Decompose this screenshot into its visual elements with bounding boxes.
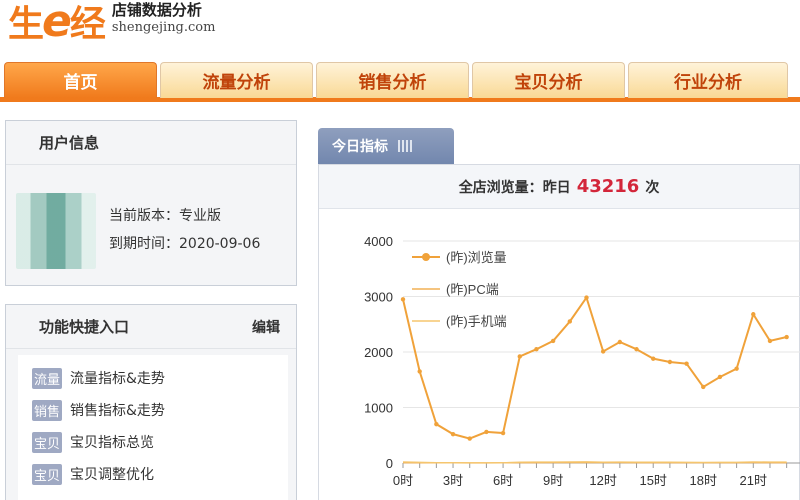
data-point	[484, 429, 489, 435]
shortcut-item-sales-trend[interactable]: 销售 销售指标&走势	[32, 399, 165, 421]
logo-char-1: 生	[8, 3, 44, 45]
edit-shortcuts-link[interactable]: 编辑	[252, 317, 280, 337]
data-point	[734, 366, 739, 371]
data-point	[534, 347, 539, 352]
data-point	[684, 361, 689, 366]
data-point	[500, 430, 506, 436]
page-view-summary: 全店浏览量： 昨日 43216 次	[319, 165, 799, 209]
data-point	[400, 297, 406, 302]
data-point	[567, 319, 573, 324]
version-text: 当前版本：专业版	[109, 208, 221, 224]
x-tick-label: 12时	[589, 473, 616, 488]
tab-today-metrics-label: 今日指标	[332, 139, 388, 155]
x-tick-label: 6时	[493, 473, 513, 488]
shortcut-tag: 销售	[32, 399, 63, 421]
data-point	[667, 359, 673, 365]
y-tick-label: 2000	[364, 345, 393, 360]
expiry-text: 到期时间：2020-09-06	[109, 236, 261, 252]
shortcut-tag: 流量	[32, 367, 63, 389]
x-tick-label: 18时	[690, 473, 717, 488]
shortcut-panel-title: 功能快捷入口	[39, 318, 130, 336]
data-point	[517, 354, 522, 359]
x-tick-label: 0时	[393, 473, 413, 488]
shortcut-item-item-overview[interactable]: 宝贝 宝贝指标总览	[32, 431, 154, 453]
user-info-title: 用户信息	[6, 121, 296, 165]
logo-title: 店铺数据分析	[111, 1, 202, 19]
legend-label-0: (昨)浏览量	[446, 250, 507, 265]
tab-today-metrics[interactable]: 今日指标	[318, 128, 454, 164]
tab-traffic-analysis[interactable]: 流量分析	[160, 62, 313, 98]
user-info-title-text: 用户信息	[39, 134, 100, 152]
data-point	[767, 338, 773, 344]
tab-item-analysis[interactable]: 宝贝分析	[472, 62, 625, 98]
shortcut-panel: 功能快捷入口 编辑 流量 流量指标&走势 销售 销售指标&走势 宝贝 宝贝指标总…	[5, 304, 297, 500]
data-point	[434, 421, 439, 427]
data-point	[634, 347, 639, 352]
x-tick-label: 21时	[740, 473, 767, 488]
data-point	[600, 349, 606, 354]
summary-unit: 次	[645, 179, 660, 196]
data-point	[550, 338, 556, 344]
app-logo[interactable]: 生e经 店铺数据分析 shengejing.com	[8, 0, 215, 48]
traffic-line-chart: 0 1000 2000 3000 4000 0时 3时 6时 9时 12时 15时 18时 21时 (昨)…	[364, 234, 800, 488]
y-tick-label: 0	[386, 456, 393, 471]
summary-day: 昨日	[542, 179, 571, 196]
data-point	[467, 436, 472, 441]
data-point	[784, 334, 789, 340]
legend-label-2: (昨)手机端	[446, 314, 507, 329]
avatar	[16, 193, 96, 269]
data-point	[417, 369, 422, 374]
shortcut-tag: 宝贝	[32, 431, 63, 453]
summary-value: 43216	[576, 176, 640, 197]
data-point	[617, 339, 623, 345]
shortcut-label: 宝贝调整优化	[70, 467, 155, 483]
y-tick-label: 4000	[364, 234, 393, 249]
data-point	[651, 356, 656, 361]
shortcut-item-item-optimize[interactable]: 宝贝 宝贝调整优化	[32, 463, 154, 485]
tab-home[interactable]: 首页	[4, 62, 157, 98]
y-tick-label: 1000	[364, 401, 393, 416]
legend-marker	[422, 253, 430, 261]
shortcut-tag: 宝贝	[32, 463, 63, 485]
main-nav: 首页 流量分析 销售分析 宝贝分析 行业分析	[0, 60, 800, 102]
y-tick-label: 3000	[364, 290, 393, 305]
legend-label-1: (昨)PC端	[446, 282, 499, 297]
logo-domain: shengejing.com	[111, 20, 216, 35]
shortcut-label: 销售指标&走势	[70, 403, 165, 419]
grid-icon	[398, 140, 414, 152]
shortcut-item-traffic-trend[interactable]: 流量 流量指标&走势	[32, 367, 165, 389]
logo-mark: 生e经	[8, 0, 106, 47]
shortcut-label: 流量指标&走势	[70, 371, 165, 387]
data-point	[584, 295, 589, 300]
logo-text: 店铺数据分析 shengejing.com	[112, 0, 216, 36]
x-tick-label: 9时	[543, 473, 563, 488]
tab-sales-analysis[interactable]: 销售分析	[316, 62, 469, 98]
shortcut-panel-header: 功能快捷入口 编辑	[6, 305, 296, 349]
data-point	[751, 312, 756, 317]
shortcut-list: 流量 流量指标&走势 销售 销售指标&走势 宝贝 宝贝指标总览 宝贝 宝贝调整优…	[18, 355, 288, 500]
x-tick-label: 15时	[639, 473, 666, 488]
summary-label: 全店浏览量：	[458, 179, 543, 196]
data-point	[717, 374, 723, 380]
x-tick-label: 3时	[443, 473, 463, 488]
logo-char-2: 经	[69, 3, 106, 45]
shortcut-label: 宝贝指标总览	[70, 435, 155, 451]
user-info-panel: 用户信息 当前版本：专业版 到期时间：2020-09-06	[5, 120, 297, 286]
logo-char-e: e	[42, 0, 72, 47]
tab-industry-analysis[interactable]: 行业分析	[628, 62, 788, 98]
data-point	[701, 384, 706, 390]
data-point	[450, 431, 456, 437]
